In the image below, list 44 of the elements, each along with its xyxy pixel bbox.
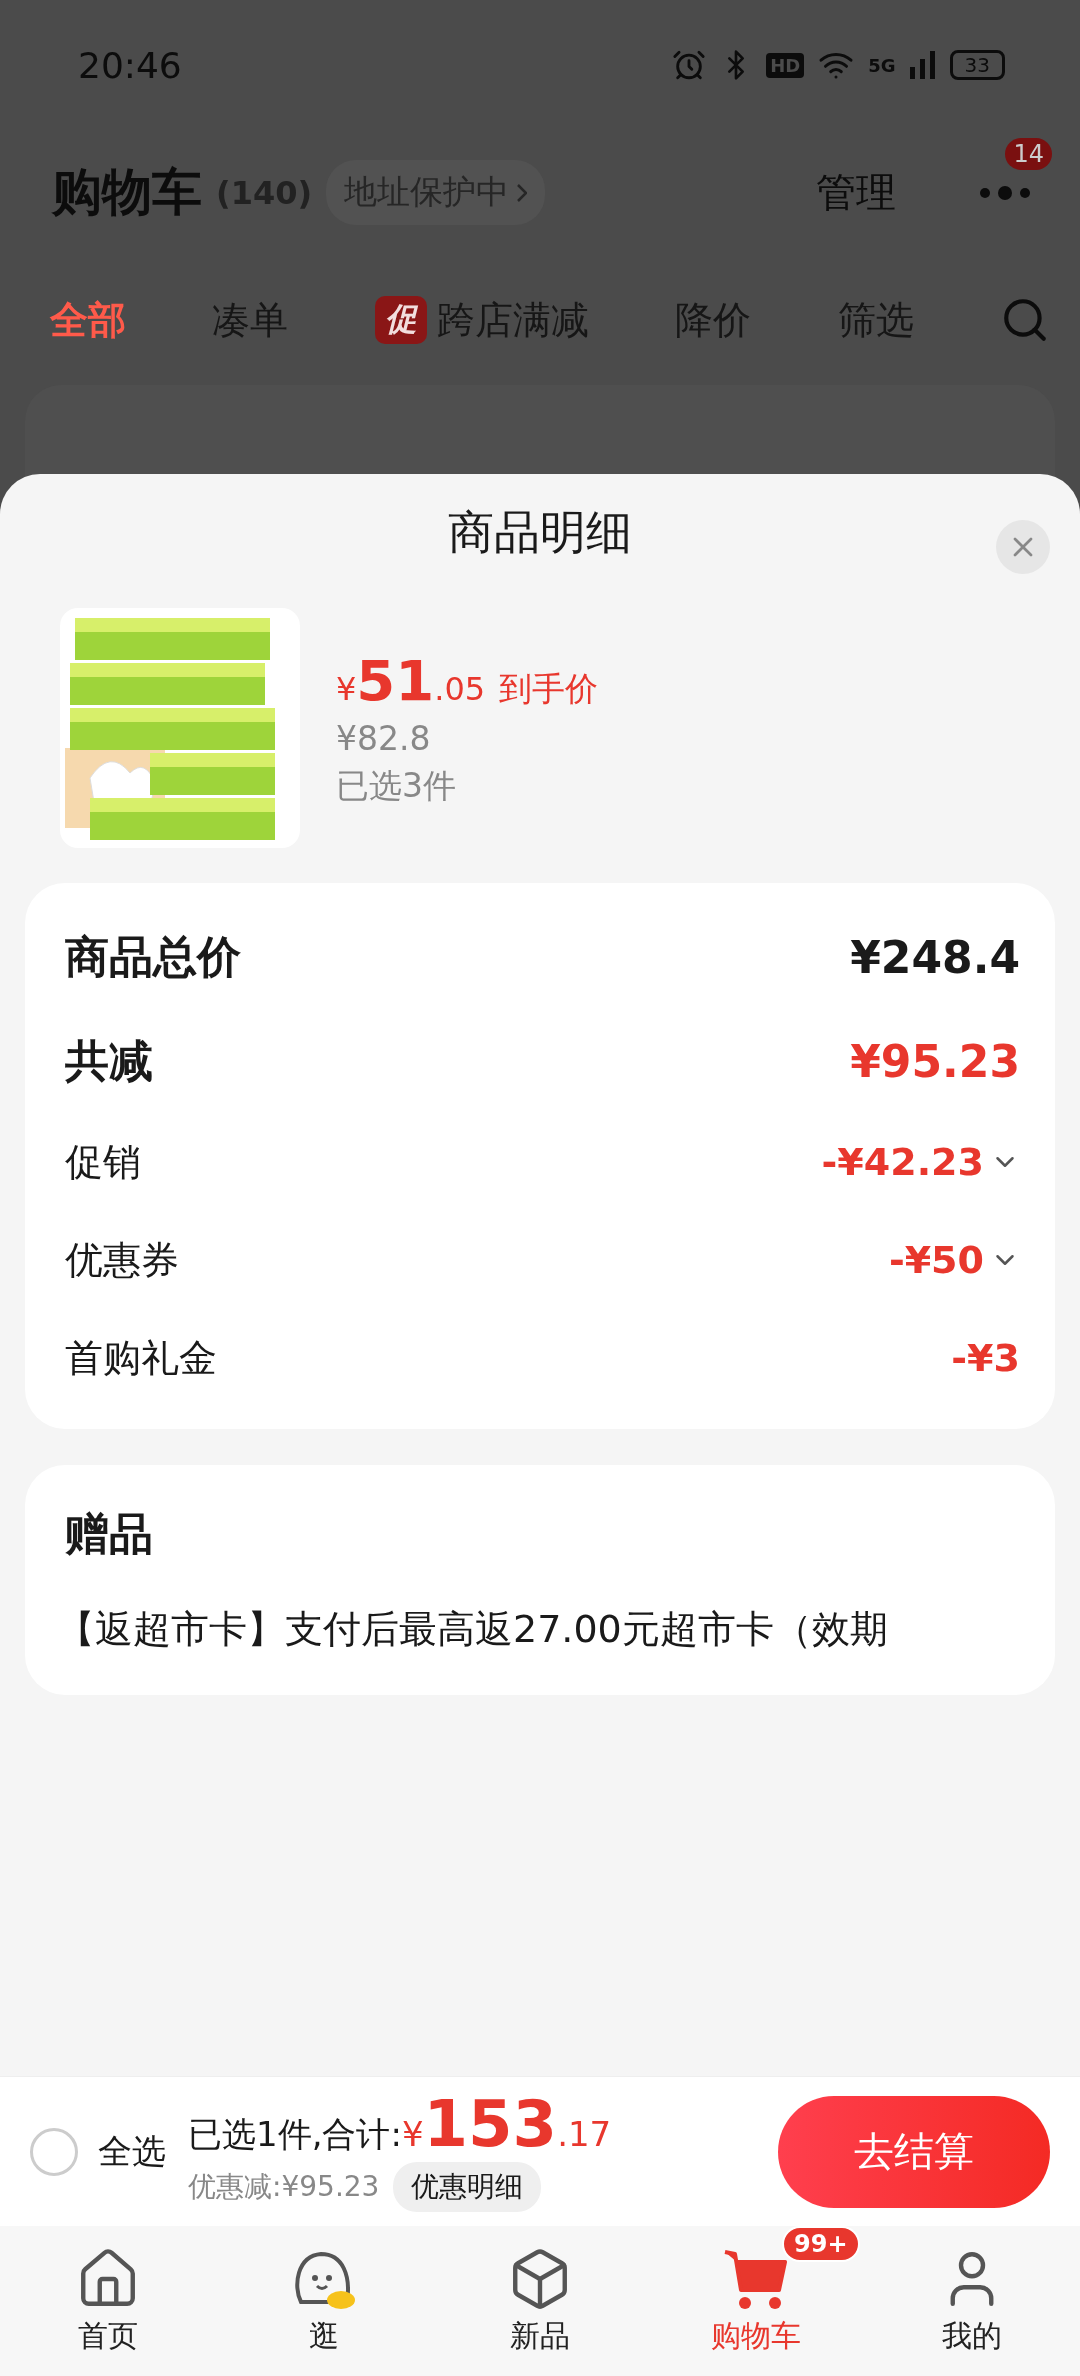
summary-label: 商品总价 <box>65 929 241 984</box>
nav-label: 首页 <box>78 2316 138 2355</box>
nav-item[interactable]: 我的 <box>882 2245 1062 2357</box>
discount-text: 优惠减:¥95.23 <box>188 2168 380 2205</box>
summary-label: 首购礼金 <box>65 1334 217 1382</box>
promo-tag: 促 <box>374 296 427 344</box>
original-price: ¥82.8 <box>336 718 432 758</box>
selected-count: 已选3件 <box>336 764 457 807</box>
summary-value[interactable]: -¥42.23 <box>821 1140 1020 1184</box>
summary-label: 共减 <box>65 1033 153 1088</box>
sheet-title: 商品明细 <box>448 504 632 561</box>
alarm-icon <box>672 48 707 82</box>
select-all-label: 全选 <box>98 2129 166 2173</box>
hd-icon: HD <box>766 52 805 78</box>
notification-badge: 14 <box>1005 137 1052 170</box>
page-title: 购物车 <box>52 162 202 223</box>
checkout-button[interactable]: 去结算 <box>778 2095 1050 2208</box>
status-time: 20:46 <box>78 44 182 86</box>
summary-value: ¥95.23 <box>850 1035 1020 1087</box>
nav-item[interactable]: 新品 <box>450 2245 630 2357</box>
discount-detail-button[interactable]: 优惠明细 <box>393 2161 542 2212</box>
nav-item[interactable]: 首页 <box>18 2245 198 2357</box>
nav-label: 新品 <box>510 2316 570 2355</box>
signal-label: 5G <box>868 54 896 76</box>
nav-label: 逛 <box>309 2316 339 2355</box>
summary-value: -¥3 <box>951 1336 1020 1380</box>
gift-text: 【返超市卡】支付后最高返27.00元超市卡（效期 <box>57 1606 889 1653</box>
final-price: ¥51.05 到手价 <box>336 647 599 713</box>
select-all-checkbox[interactable] <box>30 2127 78 2176</box>
summary-value[interactable]: -¥50 <box>888 1238 1020 1282</box>
summary-label: 促销 <box>65 1138 141 1186</box>
nav-label: 购物车 <box>711 2316 801 2355</box>
manage-link[interactable]: 管理 <box>816 165 896 220</box>
nav-item[interactable]: 逛 <box>234 2245 414 2357</box>
chevron-icon <box>517 183 528 202</box>
cart-badge: 99+ <box>782 2225 860 2262</box>
gift-title: 赠品 <box>65 1507 154 1561</box>
summary-label: 优惠券 <box>65 1236 179 1284</box>
signal-icon <box>909 51 936 79</box>
total-line: 已选1件,合计:¥153.17 <box>188 2091 612 2158</box>
summary-value: ¥248.4 <box>850 931 1020 983</box>
nav-label: 我的 <box>942 2316 1002 2355</box>
battery-icon: 33 <box>949 50 1005 80</box>
filter-tab[interactable]: 全部 <box>50 294 126 346</box>
